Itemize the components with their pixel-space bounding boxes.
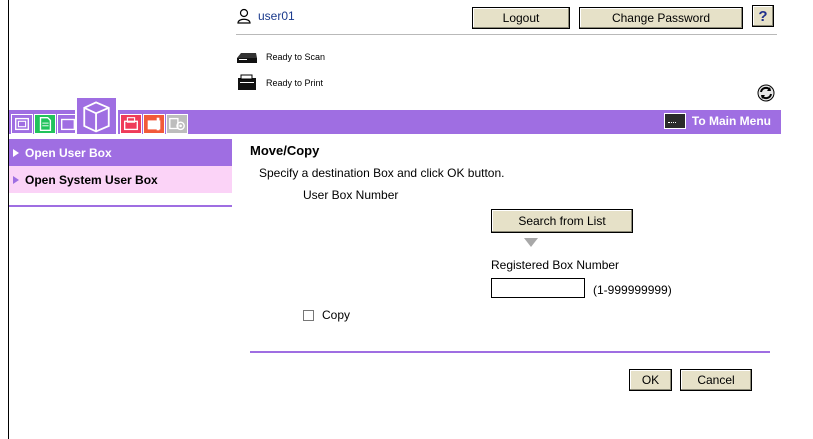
arrow-down-icon bbox=[524, 238, 538, 247]
registered-box-number-input[interactable] bbox=[491, 278, 585, 298]
ok-button[interactable]: OK bbox=[629, 369, 672, 391]
print-tab-icon[interactable] bbox=[120, 114, 142, 134]
box-tab-icon[interactable] bbox=[75, 96, 118, 134]
copy-option: Copy bbox=[303, 308, 350, 322]
box-number-range: (1-999999999) bbox=[593, 283, 672, 297]
change-password-button[interactable]: Change Password bbox=[579, 7, 743, 29]
print-status-text: Ready to Print bbox=[266, 78, 324, 88]
chevron-right-icon bbox=[13, 175, 19, 184]
sidebar-item-label: Open System User Box bbox=[25, 172, 158, 187]
print-status: Ready to Print bbox=[236, 74, 323, 92]
sidebar-item-label: Open User Box bbox=[25, 145, 112, 160]
instruction-text: Specify a destination Box and click OK b… bbox=[259, 166, 505, 180]
logout-button[interactable]: Logout bbox=[472, 7, 570, 29]
user-name: user01 bbox=[258, 9, 295, 23]
header-divider bbox=[236, 34, 777, 35]
printer-icon bbox=[238, 74, 256, 90]
user-area: user01 bbox=[236, 8, 295, 24]
cancel-button[interactable]: Cancel bbox=[680, 369, 752, 391]
scan-status-text: Ready to Scan bbox=[266, 52, 326, 62]
sidebar-divider bbox=[9, 205, 232, 207]
sidebar-item-open-system-user-box[interactable]: Open System User Box bbox=[9, 166, 232, 193]
page-title: Move/Copy bbox=[250, 143, 320, 158]
copy-checkbox[interactable] bbox=[303, 309, 314, 321]
user-icon bbox=[237, 8, 251, 24]
copy-label: Copy bbox=[322, 308, 351, 322]
user-box-number-label: User Box Number bbox=[303, 188, 399, 202]
left-frame-border bbox=[8, 0, 9, 439]
main-menu-icon bbox=[663, 113, 686, 129]
help-button[interactable]: ? bbox=[752, 5, 774, 27]
to-main-menu-label: To Main Menu bbox=[691, 114, 771, 128]
registered-box-number-label: Registered Box Number bbox=[491, 258, 620, 272]
chevron-right-icon bbox=[13, 148, 19, 157]
scanner-icon bbox=[237, 53, 257, 63]
fax-tab-icon[interactable] bbox=[143, 114, 165, 134]
search-from-list-button[interactable]: Search from List bbox=[491, 209, 633, 233]
refresh-icon[interactable] bbox=[757, 84, 775, 102]
to-main-menu-link[interactable]: To Main Menu bbox=[663, 113, 771, 129]
scan-status: Ready to Scan bbox=[236, 48, 325, 66]
settings-tab-icon[interactable] bbox=[166, 114, 188, 134]
sidebar-item-open-user-box[interactable]: Open User Box bbox=[9, 139, 232, 166]
copy-tab-icon[interactable] bbox=[11, 114, 33, 134]
document-tab-icon[interactable] bbox=[34, 114, 56, 134]
content-divider bbox=[250, 351, 770, 353]
